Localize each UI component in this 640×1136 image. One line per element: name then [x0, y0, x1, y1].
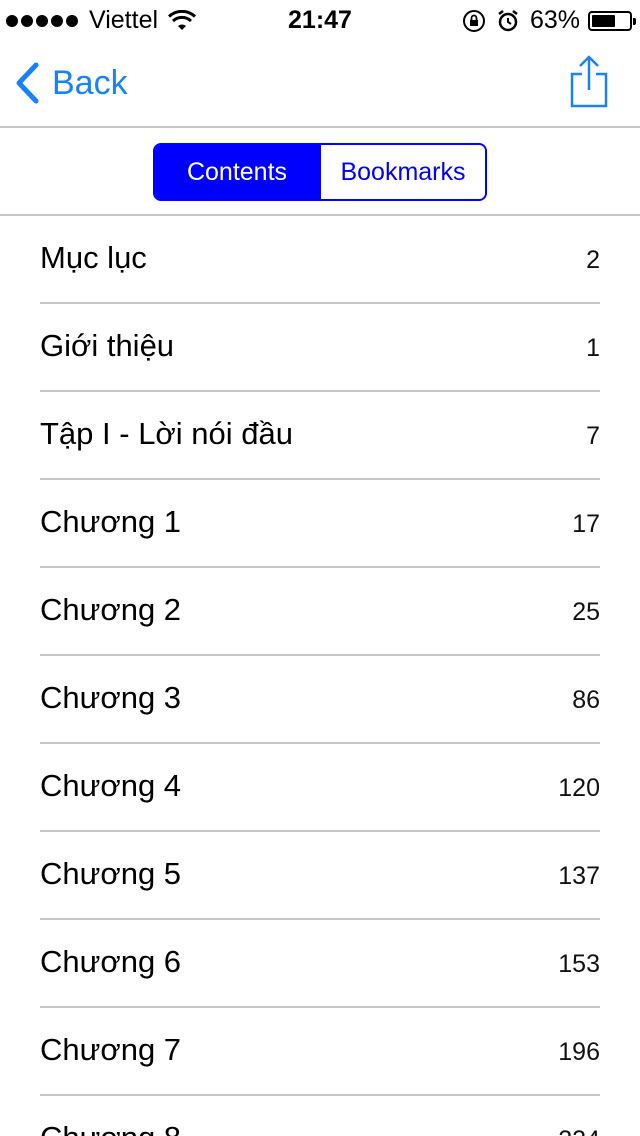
- chevron-left-icon: [16, 62, 39, 104]
- toc-item-page-number: 2: [586, 246, 600, 274]
- toc-item-title: Chương 2: [40, 592, 182, 627]
- toc-list: Mục lục 2 Giới thiệu 1 Tập I - Lời nói đầu 7 C…: [0, 216, 640, 1136]
- toc-item-title: Chương 7: [40, 1032, 182, 1067]
- back-label: Back: [52, 63, 128, 102]
- list-item[interactable]: Chương 4 120: [40, 744, 600, 832]
- list-item[interactable]: Chương 8 224: [40, 1096, 600, 1136]
- status-bar: Viettel 21:47 63%: [0, 0, 640, 40]
- list-item[interactable]: Chương 5 137: [40, 832, 600, 920]
- toc-item-title: Chương 6: [40, 944, 182, 979]
- battery-percent: 63%: [529, 6, 580, 34]
- toc-item-page-number: 86: [572, 686, 600, 714]
- share-icon[interactable]: [568, 54, 610, 110]
- toc-item-title: Giới thiệu: [40, 328, 175, 363]
- toc-item-page-number: 137: [558, 862, 600, 890]
- toc-item-title: Chương 8: [40, 1120, 181, 1136]
- toc-item-page-number: 196: [558, 1038, 600, 1066]
- rotation-lock-icon: [462, 9, 485, 32]
- battery-icon: [588, 10, 636, 31]
- list-item[interactable]: Mục lục 2: [40, 216, 600, 304]
- list-item[interactable]: Chương 6 153: [40, 920, 600, 1008]
- toc-item-page-number: 17: [572, 510, 600, 538]
- toc-item-title: Tập I - Lời nói đầu: [40, 416, 293, 451]
- toc-item-title: Chương 3: [40, 680, 182, 715]
- status-right: 63%: [462, 6, 636, 35]
- toc-item-title: Mục lục: [40, 240, 147, 275]
- toc-item-title: Chương 5: [40, 856, 182, 891]
- list-item[interactable]: Chương 2 25: [40, 568, 600, 656]
- tab-contents[interactable]: Contents: [155, 145, 319, 199]
- back-button[interactable]: Back: [14, 62, 128, 104]
- toc-item-page-number: 224: [558, 1126, 600, 1136]
- list-item[interactable]: Chương 7 196: [40, 1008, 600, 1096]
- list-item[interactable]: Chương 1 17: [40, 480, 600, 568]
- toc-item-page-number: 120: [558, 774, 600, 802]
- navigation-bar: Back: [0, 40, 640, 128]
- list-item[interactable]: Tập I - Lời nói đầu 7: [40, 392, 600, 480]
- segment-bar: Contents Bookmarks: [0, 128, 640, 216]
- battery-fill: [592, 14, 615, 27]
- toc-item-title: Chương 1: [40, 504, 182, 539]
- list-item[interactable]: Giới thiệu 1: [40, 304, 600, 392]
- tab-bookmarks[interactable]: Bookmarks: [319, 145, 485, 199]
- alarm-icon: [498, 9, 518, 31]
- toc-item-title: Chương 4: [40, 768, 182, 803]
- toc-item-page-number: 153: [558, 950, 600, 978]
- toc-item-page-number: 7: [586, 422, 600, 450]
- list-item[interactable]: Chương 3 86: [40, 656, 600, 744]
- contents-bookmarks-segmented-control: Contents Bookmarks: [153, 143, 487, 201]
- toc-item-page-number: 1: [586, 334, 600, 362]
- screen: Viettel 21:47 63% Back Contents Bookmark…: [0, 0, 640, 1136]
- toc-item-page-number: 25: [572, 598, 600, 626]
